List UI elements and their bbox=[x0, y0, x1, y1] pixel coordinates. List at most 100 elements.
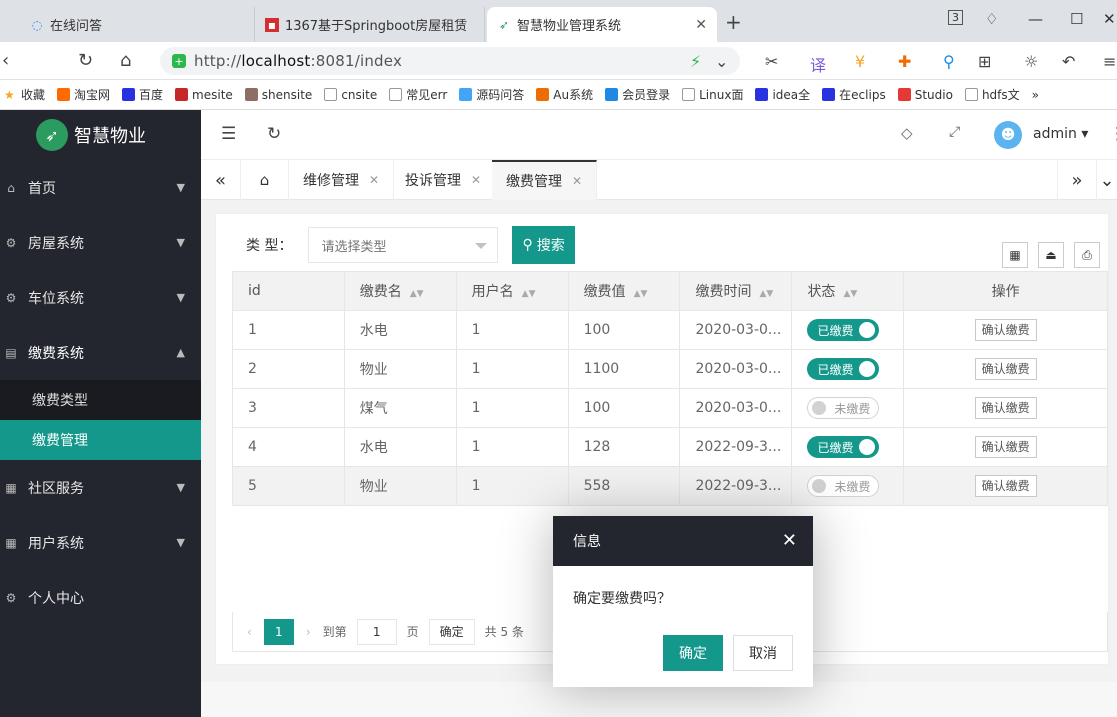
column-header[interactable]: 缴费时间 ▲▼ bbox=[679, 271, 793, 311]
confirm-payment-button[interactable]: 确认缴费 bbox=[974, 358, 1037, 380]
browser-tab[interactable]: ▪ 1367基于Springboot房屋租赁 bbox=[255, 7, 485, 42]
bookmark-item[interactable]: hdfs文 bbox=[964, 86, 1020, 103]
sidebar-item-parking[interactable]: ⚙ 车位系统 ▼ bbox=[0, 270, 201, 325]
prev-page-icon[interactable]: ‹ bbox=[247, 625, 252, 639]
username[interactable]: admin ▾ bbox=[1033, 126, 1088, 142]
sort-icon[interactable]: ▲▼ bbox=[759, 289, 773, 299]
column-header[interactable]: 用户名 ▲▼ bbox=[455, 271, 569, 311]
sort-icon[interactable]: ▲▼ bbox=[522, 289, 536, 299]
maximize-icon[interactable]: ☐ bbox=[1070, 10, 1083, 28]
bookmark-item[interactable]: ★ 收藏 bbox=[4, 86, 45, 103]
sort-icon[interactable]: ▲▼ bbox=[843, 289, 857, 299]
undo-icon[interactable]: ↶ bbox=[1062, 52, 1075, 71]
chevron-down-icon[interactable]: ⌄ bbox=[715, 52, 728, 71]
print-icon[interactable]: ⎙ bbox=[1074, 242, 1100, 268]
translate-icon[interactable]: 译 bbox=[810, 52, 826, 76]
status-switch[interactable]: 未缴费 bbox=[807, 397, 880, 419]
table-row[interactable]: 1 水电 1 100 2020-03-0... 已缴费 确认缴费 bbox=[232, 310, 1108, 350]
tab-repair[interactable]: 维修管理 ✕ bbox=[289, 160, 395, 200]
refresh-icon[interactable]: ↻ bbox=[267, 124, 281, 144]
url-field[interactable]: + http://localhost:8081/index bbox=[160, 47, 740, 75]
bolt-icon[interactable]: ⚡ bbox=[690, 52, 701, 71]
sidebar-item-community[interactable]: ▦ 社区服务 ▼ bbox=[0, 460, 201, 515]
columns-icon[interactable]: ▦ bbox=[1002, 242, 1028, 268]
bookmark-item[interactable]: Studio bbox=[897, 88, 953, 102]
tabs-left-icon[interactable]: « bbox=[201, 160, 241, 200]
bookmark-item[interactable]: 源码问答 bbox=[459, 86, 524, 103]
column-header[interactable]: id bbox=[232, 271, 345, 311]
confirm-payment-button[interactable]: 确认缴费 bbox=[974, 436, 1037, 458]
sidebar-item-profile[interactable]: ⚙ 个人中心 bbox=[0, 570, 201, 625]
column-header[interactable]: 状态 ▲▼ bbox=[791, 271, 905, 311]
brightness-icon[interactable]: ☼ bbox=[1024, 52, 1038, 71]
search-button[interactable]: ⚲ 搜索 bbox=[512, 226, 575, 264]
apps-icon[interactable]: ⊞ bbox=[978, 52, 991, 71]
sidebar-item-payment-types[interactable]: 缴费类型 bbox=[0, 380, 201, 420]
home-icon[interactable]: ⌂ bbox=[120, 50, 131, 71]
sort-icon[interactable]: ▲▼ bbox=[634, 289, 648, 299]
bookmark-item[interactable]: shensite bbox=[244, 88, 312, 102]
status-switch[interactable]: 已缴费 bbox=[807, 358, 880, 380]
bookmark-item[interactable]: 常见err bbox=[389, 86, 447, 103]
next-page-icon[interactable]: › bbox=[306, 625, 311, 639]
tab-count-icon[interactable]: 3 bbox=[948, 10, 963, 25]
brand[interactable]: ➶ 智慧物业 bbox=[0, 110, 201, 160]
scissors-icon[interactable]: ✂ bbox=[765, 52, 778, 71]
type-select[interactable]: 请选择类型 bbox=[308, 227, 499, 263]
fullscreen-icon[interactable]: ⤢ bbox=[949, 124, 960, 140]
export-icon[interactable]: ⏏ bbox=[1038, 242, 1064, 268]
bookmark-item[interactable]: 淘宝网 bbox=[57, 86, 110, 103]
close-icon[interactable]: ✕ bbox=[695, 17, 707, 33]
menu-icon[interactable]: ≡ bbox=[1103, 52, 1116, 71]
sort-icon[interactable]: ▲▼ bbox=[410, 289, 424, 299]
minimize-icon[interactable]: — bbox=[1028, 10, 1043, 28]
coin-icon[interactable]: ¥ bbox=[855, 52, 865, 71]
sidebar-item-home[interactable]: ⌂ 首页 ▼ bbox=[0, 160, 201, 215]
tabs-menu-icon[interactable]: ⌄ bbox=[1097, 160, 1117, 200]
new-tab-icon[interactable]: + bbox=[725, 10, 742, 34]
collapse-menu-icon[interactable]: ☰ bbox=[221, 124, 236, 144]
bookmark-item[interactable]: Linux面 bbox=[682, 86, 743, 103]
column-header[interactable]: 缴费值 ▲▼ bbox=[567, 271, 681, 311]
browser-tab-active[interactable]: ➶ 智慧物业管理系统 ✕ bbox=[487, 7, 717, 42]
page-current[interactable]: 1 bbox=[263, 618, 294, 645]
status-switch[interactable]: 未缴费 bbox=[807, 475, 880, 497]
shirt-icon[interactable]: ♢ bbox=[985, 10, 998, 28]
bookmark-item[interactable]: idea全 bbox=[755, 86, 810, 103]
tab-payment-manage[interactable]: 缴费管理 ✕ bbox=[492, 160, 598, 200]
confirm-button[interactable]: 确定 bbox=[663, 635, 723, 671]
game-icon[interactable]: ✚ bbox=[898, 52, 911, 71]
magnifier-icon[interactable]: ⚲ bbox=[943, 52, 955, 71]
back-icon[interactable]: ‹ bbox=[2, 50, 9, 71]
tab-complaint[interactable]: 投诉管理 ✕ bbox=[391, 160, 497, 200]
confirm-payment-button[interactable]: 确认缴费 bbox=[974, 475, 1037, 497]
bookmark-item[interactable]: mesite bbox=[175, 88, 233, 102]
reload-icon[interactable]: ↻ bbox=[78, 50, 93, 71]
bookmark-item[interactable]: 会员登录 bbox=[605, 86, 670, 103]
bookmark-item[interactable]: cnsite bbox=[324, 88, 377, 102]
close-window-icon[interactable]: ✕ bbox=[1103, 10, 1116, 28]
table-row[interactable]: 4 水电 1 128 2022-09-3... 已缴费 确认缴费 bbox=[232, 427, 1108, 467]
goto-ok-button[interactable]: 确定 bbox=[428, 618, 475, 645]
status-switch[interactable]: 已缴费 bbox=[807, 436, 880, 458]
more-icon[interactable]: ⋮ bbox=[1109, 124, 1117, 144]
browser-tab[interactable]: ◌ 在线问答 bbox=[20, 7, 255, 42]
sidebar-item-payment-manage[interactable]: 缴费管理 bbox=[0, 420, 201, 460]
sidebar-item-house[interactable]: ⚙ 房屋系统 ▼ bbox=[0, 215, 201, 270]
confirm-payment-button[interactable]: 确认缴费 bbox=[974, 319, 1037, 341]
bookmark-item[interactable]: Au系统 bbox=[536, 86, 593, 103]
close-icon[interactable]: ✕ bbox=[572, 174, 582, 188]
table-row[interactable]: 2 物业 1 1100 2020-03-0... 已缴费 确认缴费 bbox=[232, 349, 1108, 389]
confirm-payment-button[interactable]: 确认缴费 bbox=[974, 397, 1037, 419]
table-row[interactable]: 5 物业 1 558 2022-09-3... 未缴费 确认缴费 bbox=[232, 466, 1108, 506]
avatar[interactable]: ☻ bbox=[994, 121, 1022, 149]
close-icon[interactable]: ✕ bbox=[782, 530, 797, 551]
bookmarks-more-icon[interactable]: » bbox=[1032, 88, 1039, 102]
goto-page-input[interactable]: 1 bbox=[356, 618, 397, 645]
bookmark-item[interactable]: 百度 bbox=[122, 86, 163, 103]
sidebar-item-payment[interactable]: ▤ 缴费系统 ▲ bbox=[0, 325, 201, 380]
close-icon[interactable]: ✕ bbox=[471, 173, 481, 187]
bookmark-item[interactable]: 在eclips bbox=[822, 86, 886, 103]
sidebar-item-users[interactable]: ▦ 用户系统 ▼ bbox=[0, 515, 201, 570]
close-icon[interactable]: ✕ bbox=[369, 173, 379, 187]
